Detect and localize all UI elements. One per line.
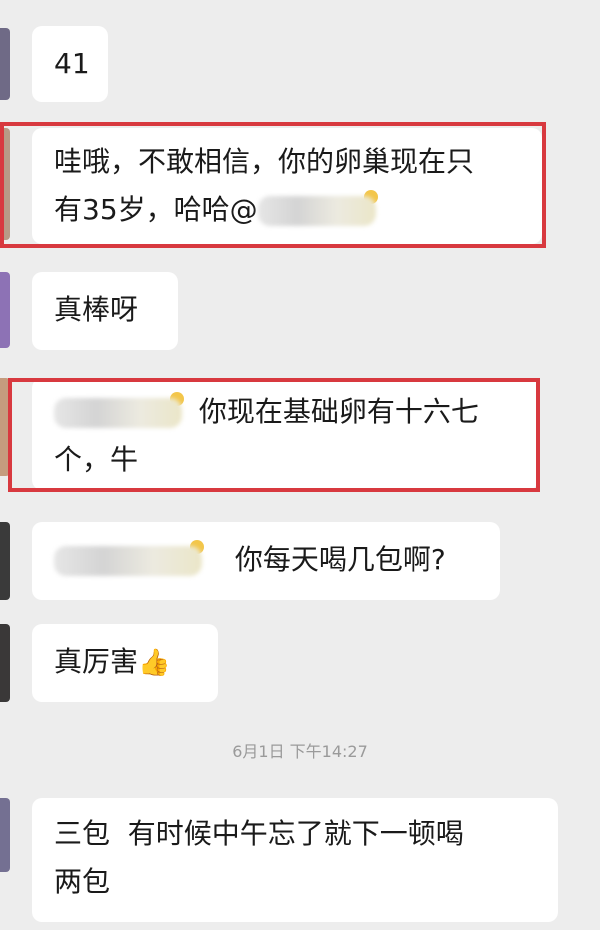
avatar[interactable] (0, 798, 10, 872)
message-text: 41 (54, 47, 90, 80)
message-bubble[interactable]: 真棒呀 (32, 272, 178, 350)
thumbs-up-icon: 👍 (138, 648, 171, 678)
redacted-mention (54, 546, 202, 576)
avatar[interactable] (0, 272, 10, 348)
message-bubble[interactable]: 三包 有时候中午忘了就下一顿喝 两包 (32, 798, 558, 922)
message-bubble[interactable]: 41 (32, 26, 108, 102)
message-text: 真棒呀 (54, 293, 139, 326)
message-text: 你每天喝几包啊? (234, 543, 446, 576)
message-text: 两包 (54, 865, 111, 898)
message-text: 三包 有时候中午忘了就下一顿喝 (54, 817, 464, 850)
timestamp: 6月1日 下午14:27 (232, 742, 368, 761)
avatar[interactable] (0, 624, 10, 702)
avatar[interactable] (0, 28, 10, 100)
highlight-box (0, 122, 546, 248)
message-bubble[interactable]: 你每天喝几包啊? (32, 522, 500, 600)
message-bubble[interactable]: 真厉害👍 (32, 624, 218, 702)
message-text: 真厉害 (54, 645, 139, 678)
avatar[interactable] (0, 522, 10, 600)
highlight-box (8, 378, 540, 492)
